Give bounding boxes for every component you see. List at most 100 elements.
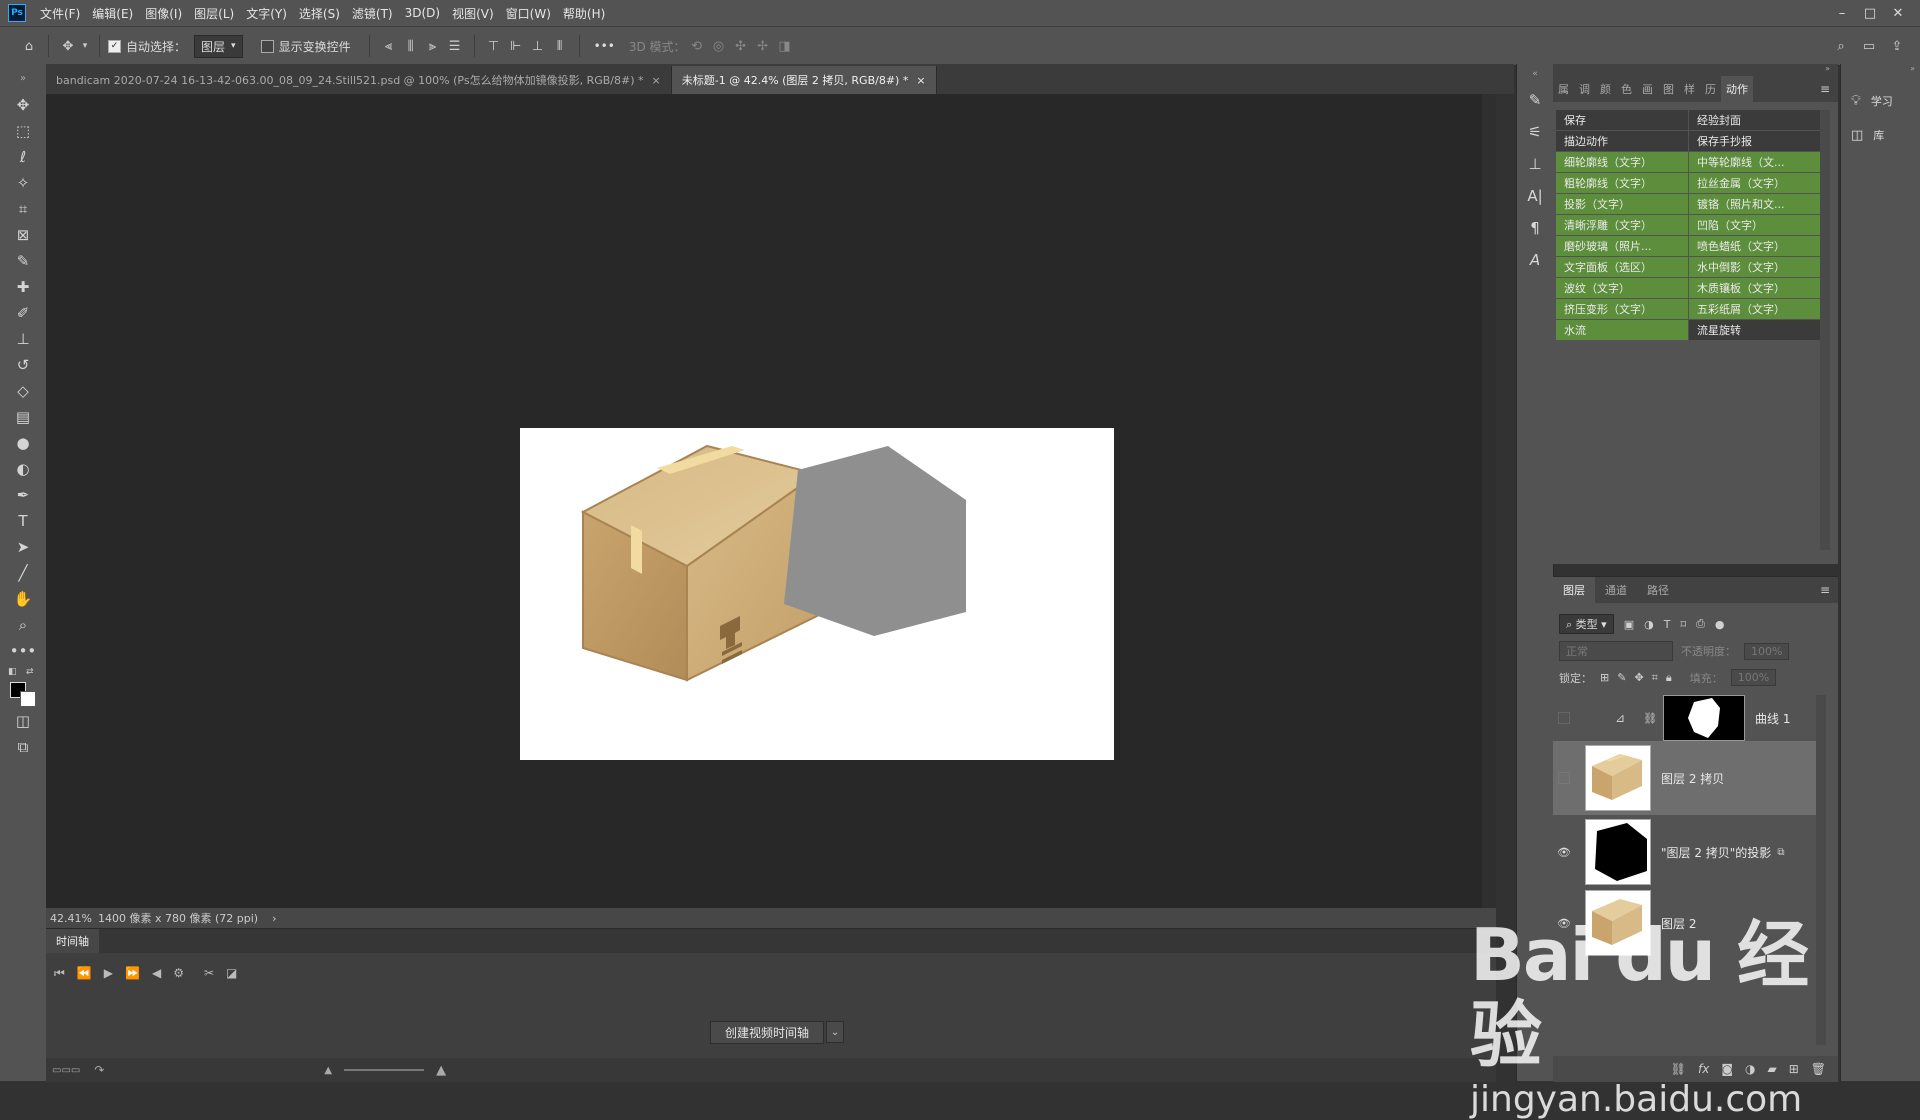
- folder-icon[interactable]: ▰: [1767, 1062, 1776, 1076]
- action-button[interactable]: 中等轮廓线（文...: [1689, 152, 1821, 172]
- blend-mode-dropdown[interactable]: 正常: [1559, 641, 1673, 661]
- close-window-button[interactable]: ✕: [1884, 6, 1912, 21]
- action-button[interactable]: 喷色蜡纸（文字）: [1689, 236, 1821, 256]
- trash-icon[interactable]: 🗑︎: [1811, 1062, 1826, 1076]
- action-button[interactable]: 流星旋转: [1689, 320, 1821, 340]
- filter-pixel-icon[interactable]: ▣: [1624, 618, 1634, 631]
- tab-styles[interactable]: 样: [1679, 76, 1700, 102]
- visibility-toggle[interactable]: [1553, 712, 1575, 724]
- create-video-timeline-button[interactable]: 创建视频时间轴: [710, 1020, 825, 1044]
- magic-wand-icon[interactable]: ✧: [0, 170, 46, 196]
- action-button[interactable]: 凹陷（文字）: [1689, 215, 1821, 235]
- menu-filter[interactable]: 滤镜(T): [352, 5, 393, 22]
- tab-properties[interactable]: 属: [1553, 76, 1574, 102]
- layer-name[interactable]: 图层 2: [1661, 915, 1696, 932]
- menu-3d[interactable]: 3D(D): [405, 6, 440, 20]
- action-button[interactable]: 水中倒影（文字）: [1689, 257, 1821, 277]
- glyphs-icon[interactable]: A: [1517, 244, 1553, 276]
- action-button[interactable]: 投影（文字）: [1556, 194, 1688, 214]
- layer-thumbnail[interactable]: [1585, 890, 1651, 956]
- filter-type-icon[interactable]: T: [1664, 618, 1671, 631]
- home-icon[interactable]: ⌂: [18, 35, 40, 57]
- layer-name[interactable]: 曲线 1: [1755, 710, 1790, 727]
- align-bottom-icon[interactable]: ⊥: [527, 35, 549, 57]
- menu-help[interactable]: 帮助(H): [563, 5, 605, 22]
- gradient-tool-icon[interactable]: ▤: [0, 404, 46, 430]
- action-button[interactable]: 木质镶板（文字）: [1689, 278, 1821, 298]
- layers-scrollbar[interactable]: [1816, 695, 1826, 1045]
- document-canvas[interactable]: [520, 428, 1114, 760]
- menu-file[interactable]: 文件(F): [40, 5, 80, 22]
- tab-paths[interactable]: 路径: [1637, 577, 1679, 603]
- pen-tool-icon[interactable]: ✒: [0, 482, 46, 508]
- settings-gear-icon[interactable]: ⚙: [173, 966, 184, 980]
- line-tool-icon[interactable]: ╱: [0, 560, 46, 586]
- brush-tool-icon[interactable]: ✐: [0, 300, 46, 326]
- action-button[interactable]: 水流: [1556, 320, 1688, 340]
- distribute-horizontal-icon[interactable]: ⫴: [549, 35, 571, 57]
- clone-source-icon[interactable]: ⊥: [1517, 148, 1553, 180]
- menu-edit[interactable]: 编辑(E): [92, 5, 133, 22]
- frame-mode-icon[interactable]: ▭▭▭: [52, 1065, 80, 1076]
- crop-tool-icon[interactable]: ⌗: [0, 196, 46, 222]
- first-frame-icon[interactable]: ⏮: [54, 966, 65, 981]
- menu-type[interactable]: 文字(Y): [246, 5, 287, 22]
- zoom-in-mountain-icon[interactable]: ▲: [436, 1063, 446, 1078]
- menu-select[interactable]: 选择(S): [299, 5, 340, 22]
- lasso-tool-icon[interactable]: ℓ: [0, 144, 46, 170]
- layer-thumbnail[interactable]: [1585, 745, 1651, 811]
- lock-all-icon[interactable]: 🔒︎: [1666, 671, 1672, 685]
- blur-tool-icon[interactable]: ●: [0, 430, 46, 456]
- tab-swatches[interactable]: 色: [1616, 76, 1637, 102]
- chevron-down-icon[interactable]: ⌄: [826, 1021, 845, 1043]
- layer-name[interactable]: "图层 2 拷贝"的投影: [1661, 844, 1771, 861]
- align-top-icon[interactable]: ⊤: [483, 35, 505, 57]
- link-chain-icon[interactable]: ⛓: [1643, 712, 1657, 725]
- library-button[interactable]: ◫ 库: [1841, 118, 1920, 152]
- actions-scrollbar[interactable]: [1820, 110, 1830, 550]
- search-icon[interactable]: ⌕: [1830, 35, 1852, 57]
- fill-input[interactable]: 100%: [1730, 669, 1777, 686]
- layer-name[interactable]: 图层 2 拷贝: [1661, 770, 1724, 787]
- action-button[interactable]: 挤压变形（文字）: [1556, 299, 1688, 319]
- collapse-icon[interactable]: »: [1553, 64, 1838, 76]
- align-middle-icon[interactable]: ⊩: [505, 35, 527, 57]
- close-icon[interactable]: ×: [652, 74, 661, 87]
- action-button[interactable]: 保存手抄报: [1689, 131, 1821, 151]
- orbit-3d-icon[interactable]: ⟲: [686, 35, 708, 57]
- paragraph-icon[interactable]: ¶: [1517, 212, 1553, 244]
- tab-patterns[interactable]: 图: [1658, 76, 1679, 102]
- action-button[interactable]: 描边动作: [1556, 131, 1688, 151]
- action-button[interactable]: 拉丝金属（文字）: [1689, 173, 1821, 193]
- chevron-right-icon[interactable]: ›: [272, 912, 276, 925]
- tab-untitled-document[interactable]: 未标题-1 @ 42.4% (图层 2 拷贝, RGB/8#) * ×: [671, 66, 937, 94]
- new-layer-icon[interactable]: ⊞: [1789, 1062, 1799, 1076]
- move-tool-icon[interactable]: ✥: [0, 92, 46, 118]
- menu-image[interactable]: 图像(I): [145, 5, 182, 22]
- maximize-button[interactable]: □: [1856, 6, 1884, 21]
- action-button[interactable]: 镀铬（照片和文...: [1689, 194, 1821, 214]
- eye-icon[interactable]: 👁︎: [1553, 917, 1575, 930]
- quick-mask-icon[interactable]: ◫: [0, 708, 46, 734]
- dodge-tool-icon[interactable]: ◐: [0, 456, 46, 482]
- background-color-swatch[interactable]: [20, 691, 36, 707]
- zoom-level[interactable]: 42.41%: [50, 912, 94, 925]
- align-center-icon[interactable]: ⫼: [400, 35, 422, 57]
- workspace-icon[interactable]: ▭: [1858, 35, 1880, 57]
- roll-3d-icon[interactable]: ◎: [708, 35, 730, 57]
- eye-icon[interactable]: 👁︎: [1553, 846, 1575, 859]
- hand-tool-icon[interactable]: ✋: [0, 586, 46, 612]
- align-right-icon[interactable]: ⫸: [422, 35, 444, 57]
- menu-view[interactable]: 视图(V): [452, 5, 494, 22]
- tab-bandicam-document[interactable]: bandicam 2020-07-24 16-13-42-063.00_08_0…: [46, 66, 672, 94]
- play-icon[interactable]: ▶: [104, 966, 113, 980]
- auto-select-target-dropdown[interactable]: 图层 ▾: [194, 34, 243, 58]
- filter-toggle-icon[interactable]: ●: [1715, 618, 1725, 631]
- previous-frame-icon[interactable]: ⏪: [77, 966, 92, 980]
- canvas-workspace[interactable]: [46, 94, 1496, 908]
- lock-pixels-icon[interactable]: ✎: [1617, 671, 1626, 684]
- tab-adjustments[interactable]: 调: [1574, 76, 1595, 102]
- move-tool-icon[interactable]: ✥: [57, 35, 79, 57]
- zoom-out-mountain-icon[interactable]: ▲: [324, 1065, 332, 1076]
- lock-position-icon[interactable]: ✥: [1634, 671, 1643, 684]
